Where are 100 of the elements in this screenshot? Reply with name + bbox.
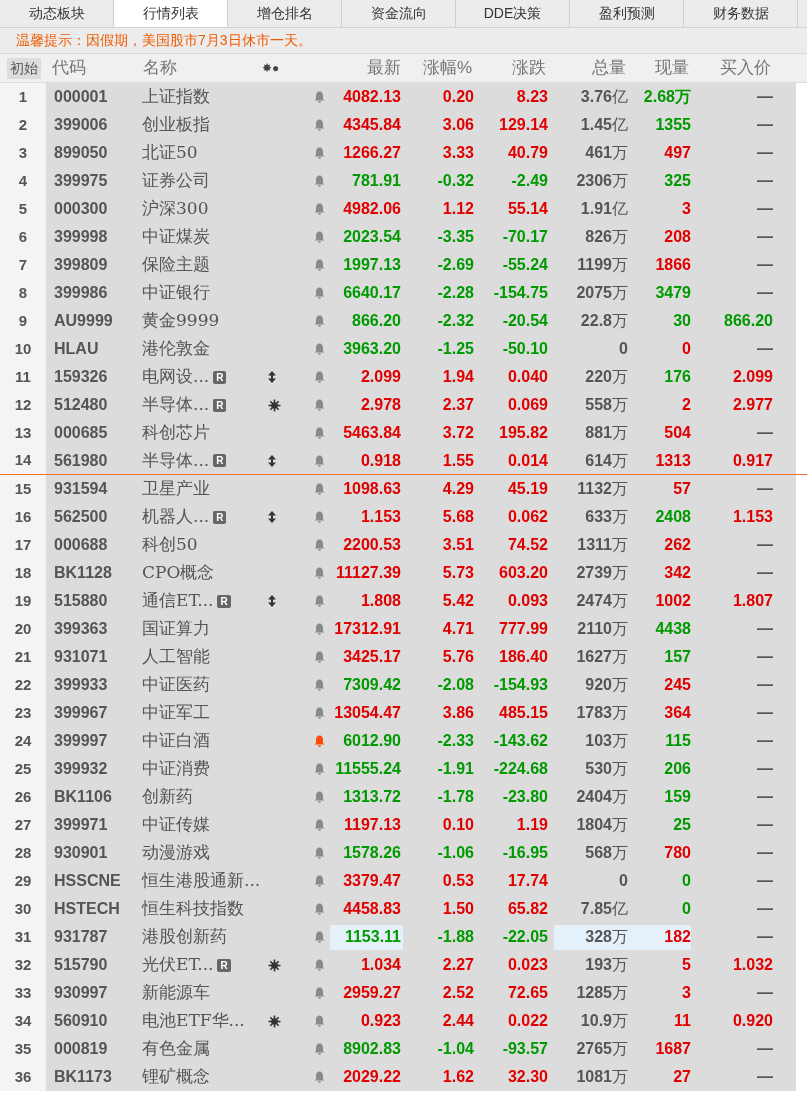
bell-icon[interactable] xyxy=(313,903,325,915)
volume-value: 1081万 xyxy=(575,1067,628,1087)
column-header[interactable]: 现量 xyxy=(626,55,689,81)
bell-icon[interactable] xyxy=(313,343,325,355)
bid-price: — xyxy=(756,563,773,583)
bid-price: — xyxy=(756,283,773,303)
r-badge: R xyxy=(213,370,227,384)
bid-price: — xyxy=(756,675,773,695)
bell-icon[interactable] xyxy=(313,175,325,187)
row-number: 9 xyxy=(0,307,46,335)
bell-icon[interactable] xyxy=(313,651,325,663)
change-value: 72.65 xyxy=(506,983,548,1003)
change-percent: 3.06 xyxy=(441,115,474,135)
stock-code: 399986 xyxy=(53,283,109,303)
bell-icon[interactable] xyxy=(313,231,325,243)
bell-icon[interactable] xyxy=(313,287,325,299)
bell-icon[interactable] xyxy=(313,427,325,439)
column-header[interactable]: 涨跌 xyxy=(472,55,546,81)
bell-icon[interactable] xyxy=(313,1043,325,1055)
volume-value: 3.76亿 xyxy=(579,87,628,107)
latest-price: 0.923 xyxy=(359,1011,402,1031)
bell-icon[interactable] xyxy=(313,399,325,411)
bell-icon[interactable] xyxy=(313,259,325,271)
change-value: -154.93 xyxy=(492,675,548,695)
bell-icon[interactable] xyxy=(313,595,325,607)
column-header[interactable]: 名称 xyxy=(140,55,258,81)
stock-code: BK1106 xyxy=(53,787,113,807)
column-header[interactable]: 代码 xyxy=(48,55,140,81)
bid-price: — xyxy=(756,899,773,919)
bell-icon[interactable] xyxy=(313,1071,325,1083)
change-percent: 3.72 xyxy=(441,423,474,443)
bell-icon[interactable] xyxy=(313,203,325,215)
volume-value: 558万 xyxy=(584,395,628,415)
bid-price: — xyxy=(756,619,773,639)
current-volume: 157 xyxy=(663,647,691,667)
bid-price: 0.917 xyxy=(731,450,773,471)
bell-icon[interactable] xyxy=(313,371,325,383)
change-percent: 1.12 xyxy=(441,199,474,219)
volume-value: 1.45亿 xyxy=(579,115,628,135)
bell-icon[interactable] xyxy=(313,454,325,467)
change-percent: -1.91 xyxy=(436,759,474,779)
change-percent: 5.76 xyxy=(441,647,474,667)
bid-price: — xyxy=(756,871,773,891)
bell-icon[interactable] xyxy=(313,511,325,523)
bell-icon[interactable] xyxy=(313,1015,325,1027)
bell-icon[interactable] xyxy=(313,763,325,775)
column-header[interactable]: 买入价 xyxy=(689,55,771,81)
change-percent: -0.32 xyxy=(436,171,474,191)
bell-icon[interactable] xyxy=(313,791,325,803)
bell-icon[interactable] xyxy=(313,147,325,159)
column-header[interactable]: 最新 xyxy=(328,55,401,81)
row-number: 34 xyxy=(0,1007,46,1035)
bell-icon[interactable] xyxy=(313,987,325,999)
bell-icon[interactable] xyxy=(313,819,325,831)
bid-price: 1.807 xyxy=(731,591,773,611)
row-number: 16 xyxy=(0,503,46,531)
stock-name: 中证消费 xyxy=(142,757,210,781)
bell-icon[interactable] xyxy=(313,959,325,971)
volume-value: 220万 xyxy=(584,367,628,387)
bell-icon[interactable] xyxy=(313,679,325,691)
change-value: -2.49 xyxy=(510,171,548,191)
current-volume: 245 xyxy=(663,675,691,695)
row-number: 30 xyxy=(0,895,46,923)
bell-icon[interactable] xyxy=(313,315,325,327)
bid-price: — xyxy=(756,647,773,667)
change-percent: -3.35 xyxy=(436,227,474,247)
stock-name: 电网设... xyxy=(142,365,210,389)
stock-name: 保险主题 xyxy=(142,253,210,277)
column-header[interactable]: 初始 xyxy=(7,57,41,79)
latest-price: 0.918 xyxy=(359,450,402,471)
bid-price: — xyxy=(756,227,773,247)
change-value: 45.19 xyxy=(506,479,548,499)
bell-icon[interactable] xyxy=(313,735,325,747)
bell-icon[interactable] xyxy=(313,91,325,103)
volume-value: 826万 xyxy=(584,227,628,247)
bid-price: — xyxy=(756,1067,773,1087)
row-number: 13 xyxy=(0,419,46,447)
bell-icon[interactable] xyxy=(313,539,325,551)
bell-icon[interactable] xyxy=(313,847,325,859)
column-header[interactable]: 总量 xyxy=(546,55,626,81)
volume-value: 1199万 xyxy=(576,255,628,275)
stock-name: 中证传媒 xyxy=(142,813,210,837)
bell-icon[interactable] xyxy=(313,623,325,635)
current-volume: 2.68万 xyxy=(642,87,691,107)
bell-icon[interactable] xyxy=(313,119,325,131)
change-value: 0.093 xyxy=(506,591,548,611)
column-header[interactable]: 涨幅% xyxy=(401,55,472,81)
r-badge: R xyxy=(213,454,227,467)
bell-icon[interactable] xyxy=(313,483,325,495)
bell-icon[interactable] xyxy=(313,931,325,943)
change-percent: -2.32 xyxy=(436,311,474,331)
change-percent: 2.44 xyxy=(441,1011,474,1031)
stock-code: 000001 xyxy=(53,87,109,107)
tab[interactable]: 行情列表 xyxy=(114,0,228,27)
bell-icon[interactable] xyxy=(313,567,325,579)
stock-name: 半导体... xyxy=(142,393,210,417)
volume-value: 614万 xyxy=(584,450,628,471)
bell-icon[interactable] xyxy=(313,707,325,719)
column-header[interactable]: ✸● xyxy=(258,59,328,77)
bell-icon[interactable] xyxy=(313,875,325,887)
